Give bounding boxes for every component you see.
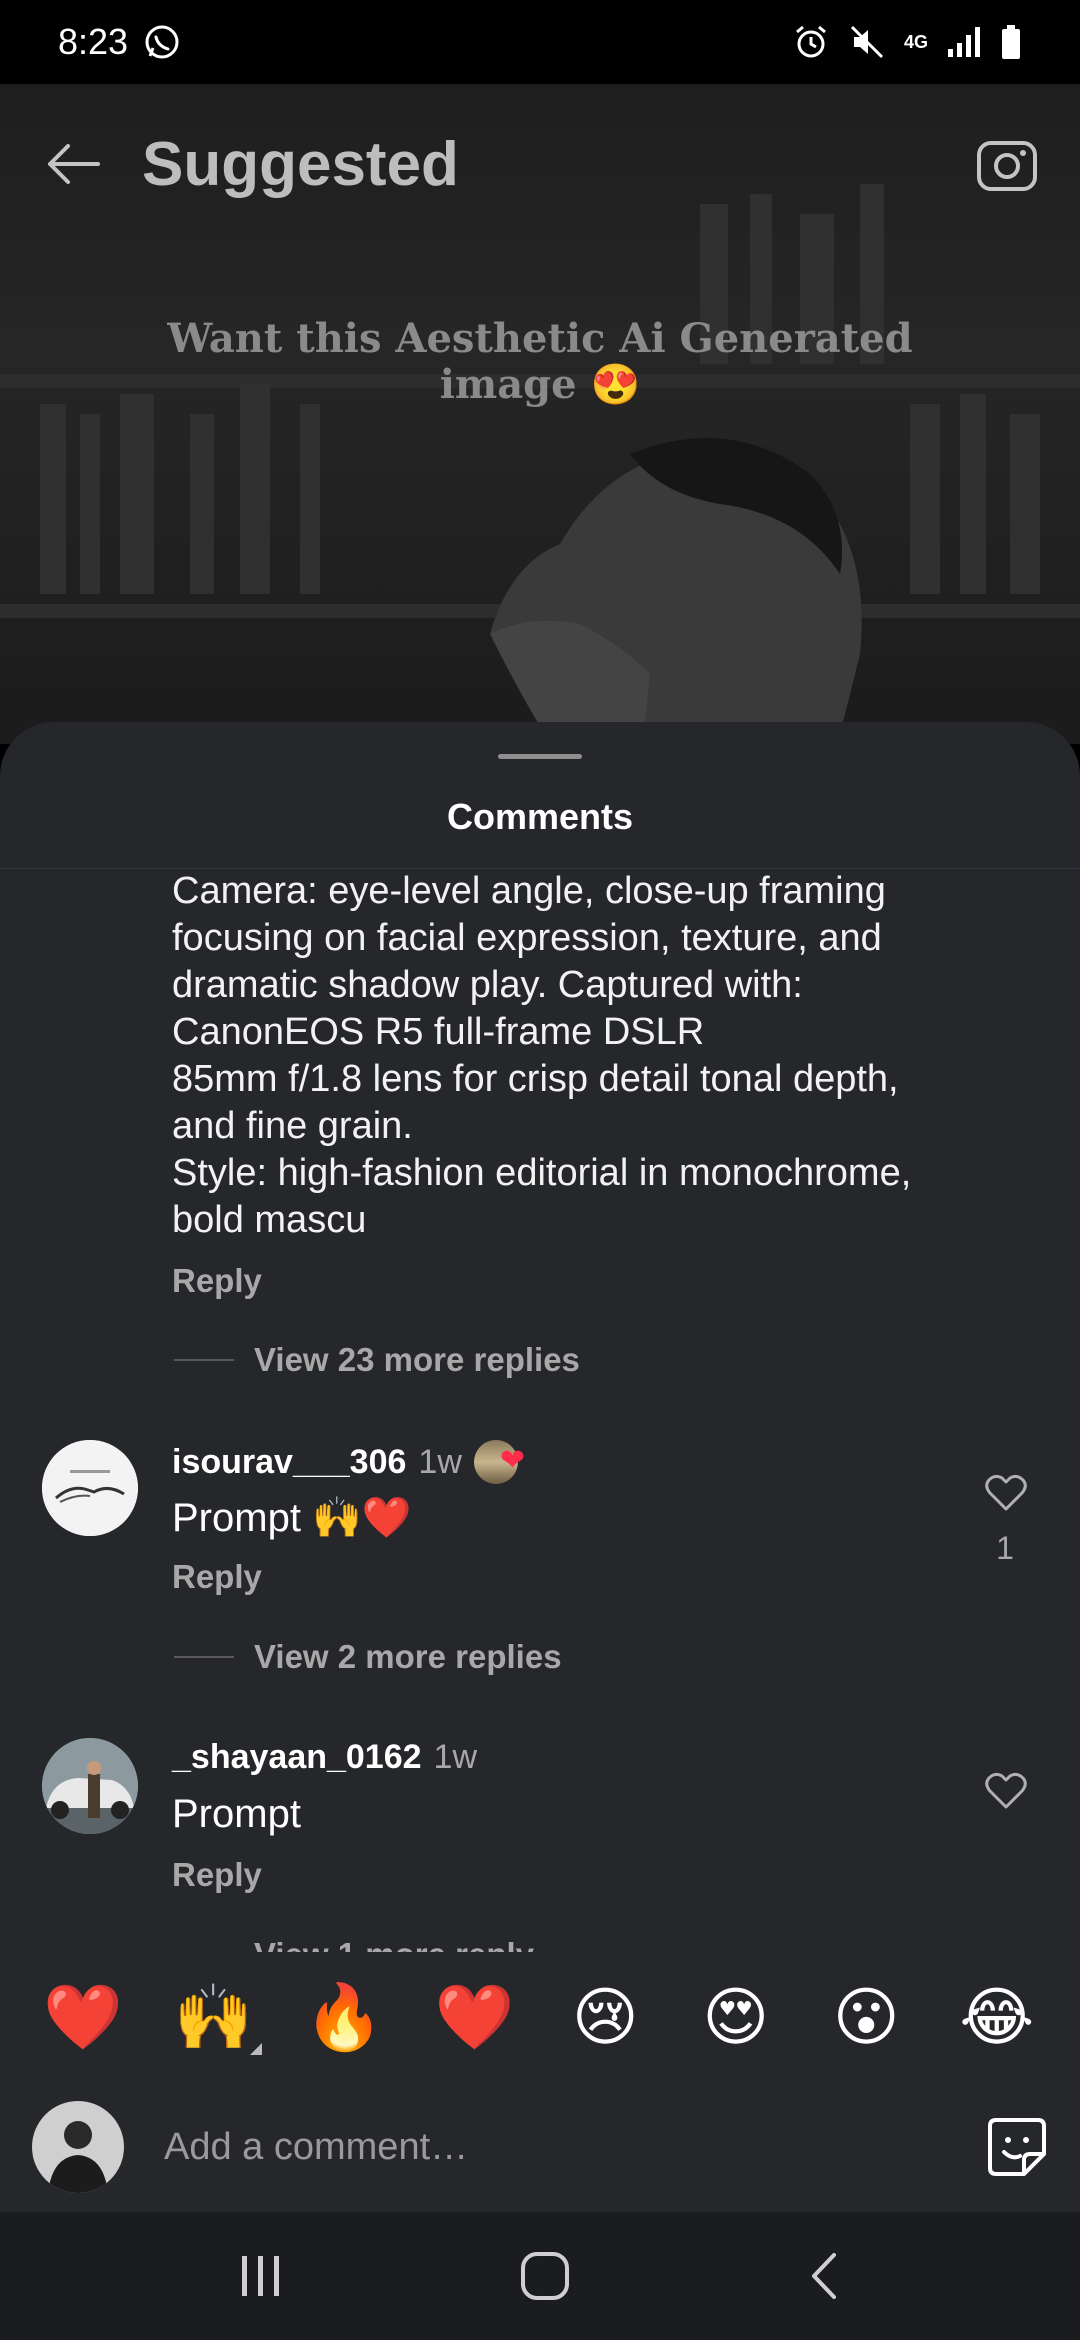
mute-icon [850,25,884,59]
reply-button[interactable]: Reply [172,1558,262,1596]
comment-header: isourav___306 1w ❤ [172,1440,530,1484]
sheet-title: Comments [446,796,634,837]
view-replies-label: View 23 more replies [254,1341,580,1378]
camera-icon[interactable] [976,135,1038,193]
alarm-icon [796,25,826,58]
emoji-heart-eyes[interactable]: 😍 [688,1985,784,2049]
comment-time: 1w [433,1738,478,1776]
system-nav-bar [0,2212,1080,2340]
sheet-drag-handle[interactable] [498,754,582,759]
avatar[interactable] [42,1440,138,1536]
comment-username[interactable]: _shayaan_0162 [172,1738,422,1777]
network-type: 4G [903,32,928,52]
view-replies-label: View 2 more replies [254,1638,562,1675]
emoji-laughing[interactable]: 😂 [949,1985,1045,2049]
post-overlay-text: Want this Aesthetic Ai Generated image 😍 [167,315,913,408]
comment-header: _shayaan_0162 1w [172,1738,477,1777]
status-time: 8:23 [58,21,129,62]
back-nav-icon[interactable] [804,2251,844,2301]
view-replies-label: View 1 more reply [254,1936,534,1952]
comment-text: Prompt [172,1792,301,1836]
avatar[interactable] [42,1738,138,1834]
my-avatar [32,2101,124,2193]
view-more-replies[interactable]: View 2 more replies [174,1638,562,1676]
reply-button[interactable]: Reply [172,1262,262,1300]
sticker-icon[interactable] [986,2116,1048,2178]
reply-line [174,1656,234,1658]
reply-button[interactable]: Reply [172,1856,262,1894]
recent-apps-icon[interactable] [236,2254,286,2298]
like-heart-icon[interactable] [984,1472,1028,1512]
home-icon[interactable] [519,2250,571,2302]
reply-line [174,1359,234,1361]
comment-text: Camera: eye-level angle, close-up framin… [172,870,912,1241]
signal-icon [948,27,980,57]
emoji-fire[interactable]: 🔥 [296,1985,392,2049]
comment-input[interactable] [164,2125,944,2169]
my-avatar-image [32,2101,124,2193]
emoji-heart-2[interactable]: ❤️ [427,1985,523,2049]
quick-emoji-bar: ❤️ 🙌 🔥 ❤️ 😢 😍 😮 😂 [0,1952,1080,2082]
battery-icon [1002,25,1020,59]
view-more-replies[interactable]: View 23 more replies [174,1341,580,1379]
comment-input-bar [0,2082,1080,2212]
like-count: 1 [996,1530,1014,1566]
emoji-surprised[interactable]: 😮 [818,1985,914,2049]
view-more-replies[interactable]: View 1 more reply [254,1936,534,1952]
back-arrow-icon[interactable] [42,139,102,189]
liked-by-author-badge: ❤ [473,1440,530,1484]
avatar-image [42,1738,138,1834]
emoji-crying[interactable]: 😢 [557,1985,653,2049]
emoji-raising-hands[interactable]: 🙌 [166,1985,262,2055]
comment-text: Prompt 🙌❤️ [172,1496,412,1540]
heart-icon: ❤ [499,1444,526,1477]
status-bar: 8:23 4G [0,0,1080,84]
emoji-heart[interactable]: ❤️ [35,1985,131,2049]
whatsapp-icon [145,25,179,59]
like-heart-icon[interactable] [984,1770,1028,1810]
header: Suggested [0,84,1080,244]
page-title: Suggested [142,129,459,199]
portrait-silhouette [490,438,862,744]
comment-time: 1w [418,1442,462,1481]
comment-username[interactable]: isourav___306 [172,1443,406,1482]
view-more-replies-clip: View 1 more reply [0,1936,1080,1952]
avatar-image [42,1440,138,1536]
skin-tone-indicator [249,2043,262,2055]
emoji-raising-hands-glyph: 🙌 [173,1981,254,2053]
